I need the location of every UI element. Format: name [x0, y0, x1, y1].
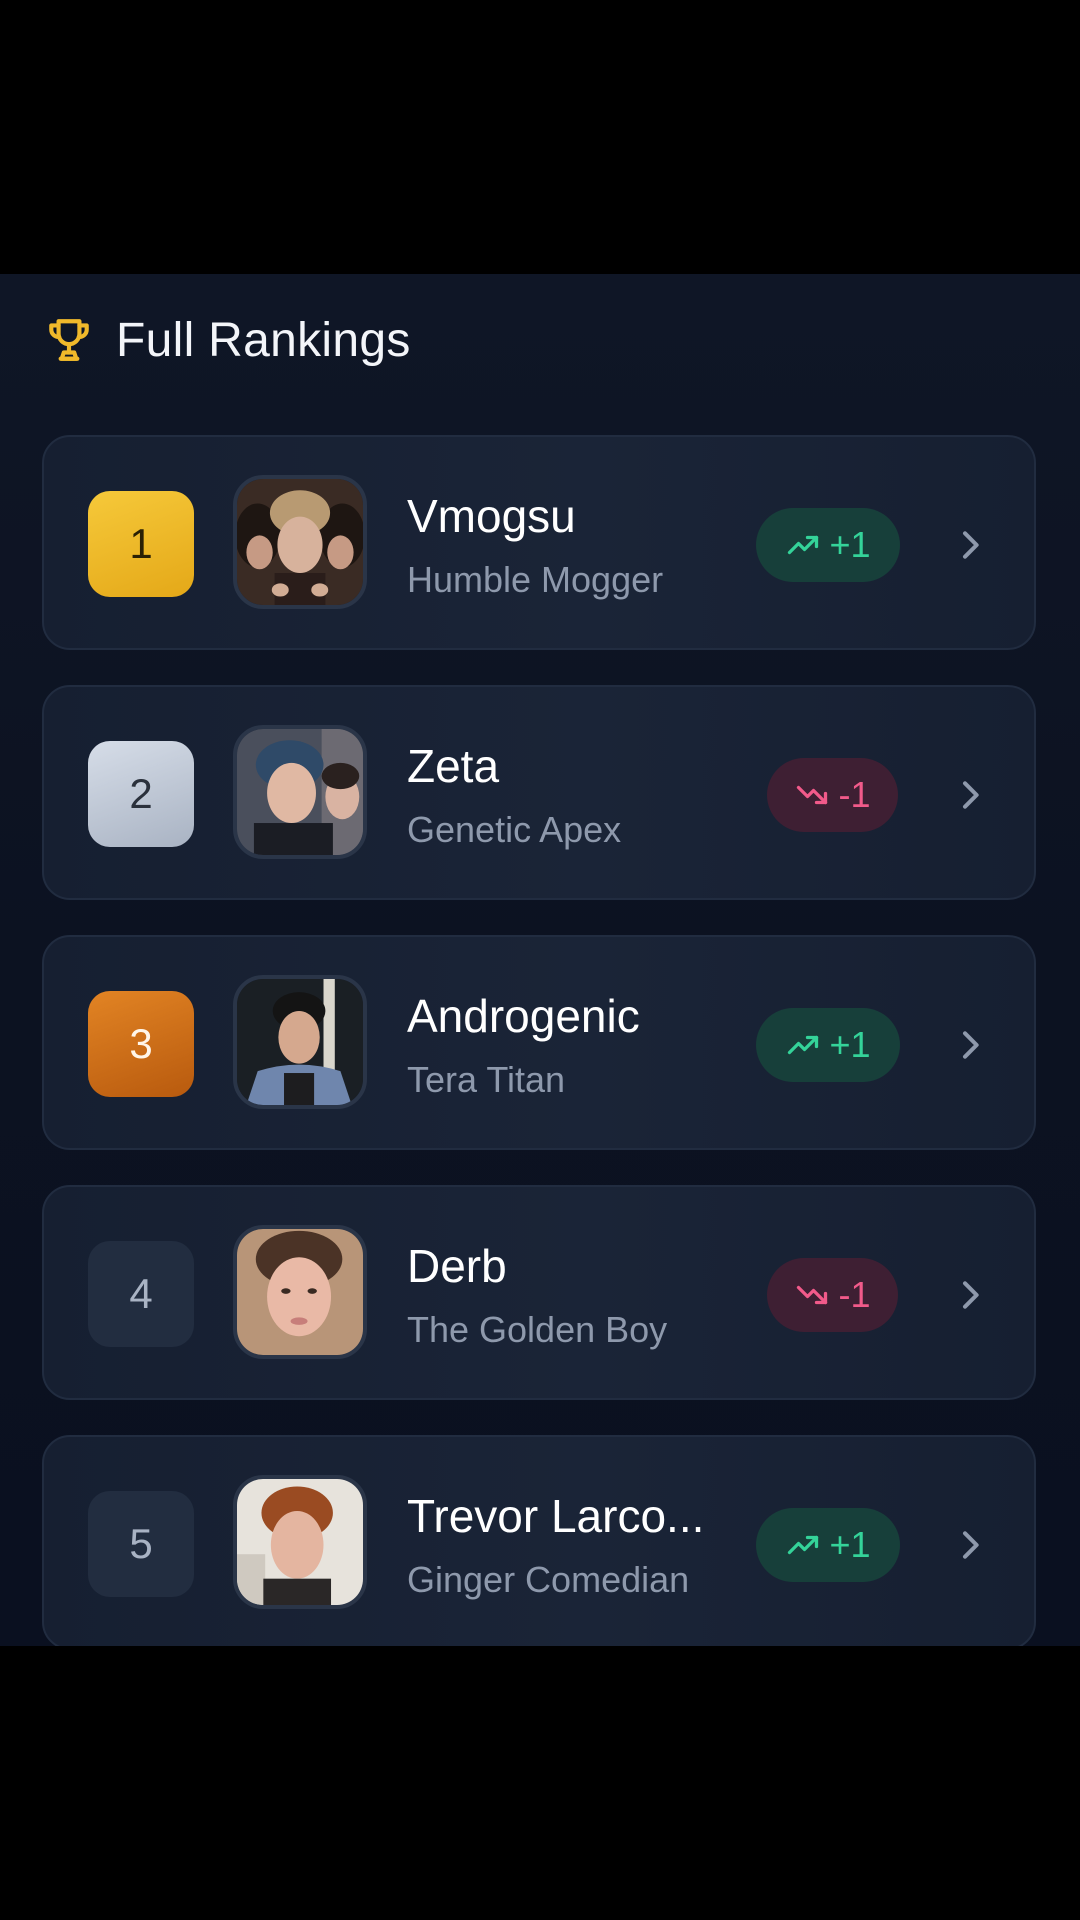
chevron-right-icon[interactable] [950, 775, 990, 815]
rank-change-value: -1 [838, 1274, 871, 1315]
trending-up-icon [788, 535, 819, 555]
rank-badge: 5 [88, 1491, 194, 1597]
ranking-name: Vmogsu [407, 490, 576, 542]
chevron-right-icon[interactable] [950, 1025, 990, 1065]
avatar [233, 475, 367, 609]
avatar [233, 975, 367, 1109]
rankings-screen: Full Rankings 1 Vmogsu Humble Mogger +1 … [0, 274, 1080, 1646]
rankings-header: Full Rankings [44, 310, 411, 370]
ranking-subtitle: Ginger Comedian [407, 1559, 690, 1600]
ranking-row-3[interactable]: 3 Androgenic Tera Titan +1 [42, 935, 1036, 1150]
rank-change-value: +1 [829, 1524, 871, 1565]
ranking-row-4[interactable]: 4 Derb The Golden Boy -1 [42, 1185, 1036, 1400]
rank-change-value: +1 [829, 1024, 871, 1065]
rank-badge: 4 [88, 1241, 194, 1347]
ranking-subtitle: The Golden Boy [407, 1309, 668, 1350]
rank-badge: 1 [88, 491, 194, 597]
rank-change-badge: -1 [767, 758, 898, 832]
rankings-list: 1 Vmogsu Humble Mogger +1 2 Zeta Genetic… [42, 435, 1038, 1646]
chevron-right-icon[interactable] [950, 525, 990, 565]
rank-change-value: +1 [829, 524, 871, 565]
ranking-row-5[interactable]: 5 Trevor Larco... Ginger Comedian +1 [42, 1435, 1036, 1646]
avatar [233, 725, 367, 859]
rank-badge: 3 [88, 991, 194, 1097]
rank-change-value: -1 [838, 774, 871, 815]
rank-change-badge: +1 [756, 508, 900, 582]
page-title: Full Rankings [116, 313, 411, 367]
trending-up-icon [788, 1535, 819, 1555]
ranking-row-2[interactable]: 2 Zeta Genetic Apex -1 [42, 685, 1036, 900]
ranking-name: Derb [407, 1240, 507, 1292]
ranking-name: Zeta [407, 740, 500, 792]
rank-badge: 2 [88, 741, 194, 847]
avatar [233, 1475, 367, 1609]
ranking-name: Trevor Larco... [407, 1490, 705, 1542]
rank-change-badge: -1 [767, 1258, 898, 1332]
ranking-name: Androgenic [407, 990, 640, 1042]
trophy-icon [44, 315, 94, 365]
ranking-subtitle: Genetic Apex [407, 809, 622, 850]
chevron-right-icon[interactable] [950, 1525, 990, 1565]
trending-up-icon [788, 1035, 819, 1055]
ranking-subtitle: Tera Titan [407, 1059, 566, 1100]
chevron-right-icon[interactable] [950, 1275, 990, 1315]
trending-down-icon [797, 785, 828, 805]
trending-down-icon [797, 1285, 828, 1305]
ranking-row-1[interactable]: 1 Vmogsu Humble Mogger +1 [42, 435, 1036, 650]
avatar [233, 1225, 367, 1359]
rank-change-badge: +1 [756, 1008, 900, 1082]
rank-change-badge: +1 [756, 1508, 900, 1582]
ranking-subtitle: Humble Mogger [407, 559, 664, 600]
